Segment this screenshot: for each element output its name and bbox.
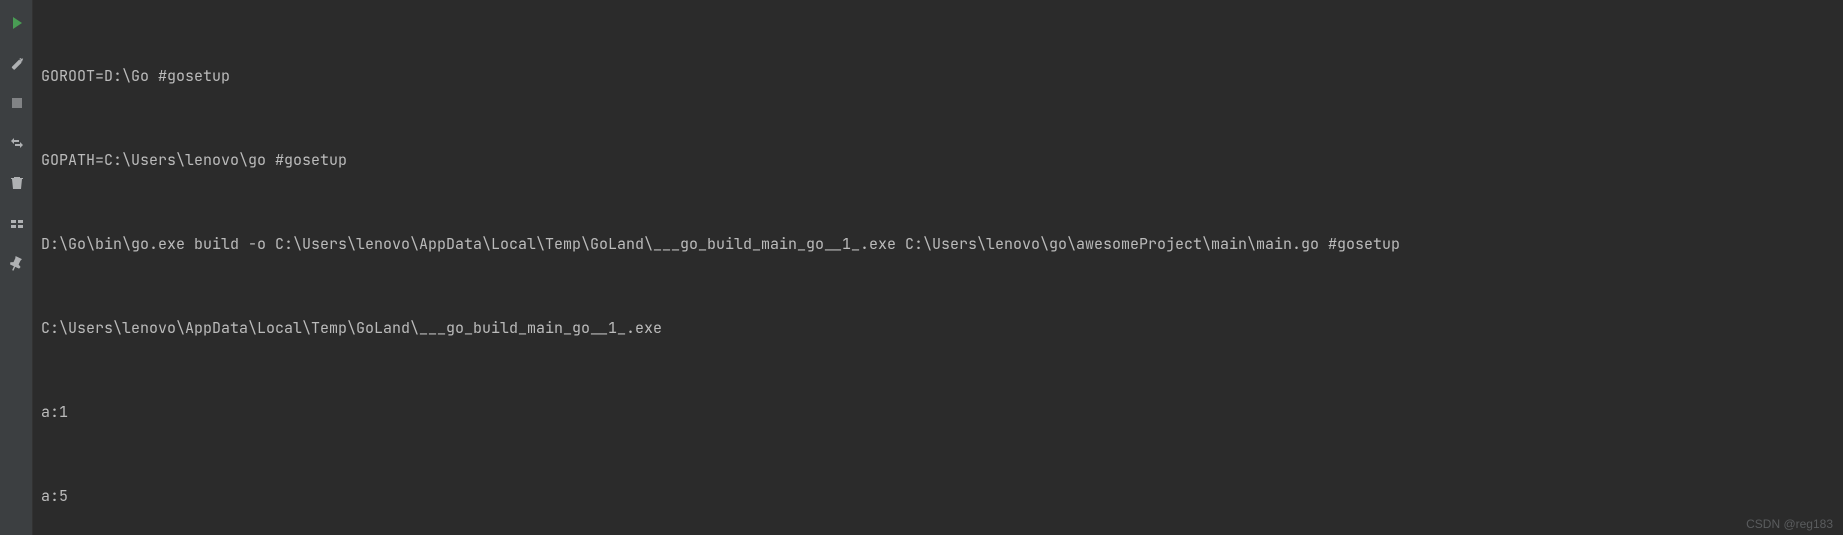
play-icon xyxy=(9,15,25,36)
softwrap-button[interactable] xyxy=(0,205,33,245)
layout-icon xyxy=(9,135,25,156)
pin-button[interactable] xyxy=(0,245,33,285)
split-icon xyxy=(9,215,25,236)
console-line: D:\Go\bin\go.exe build -o C:\Users\lenov… xyxy=(41,230,1835,258)
console-line: C:\Users\lenovo\AppData\Local\Temp\GoLan… xyxy=(41,314,1835,342)
console-line: a:5 xyxy=(41,482,1835,510)
run-toolbar xyxy=(0,0,33,535)
stop-button[interactable] xyxy=(0,85,33,125)
layout-button[interactable] xyxy=(0,125,33,165)
wrench-icon xyxy=(9,55,25,76)
settings-button[interactable] xyxy=(0,45,33,85)
console-line: GOPATH=C:\Users\lenovo\go #gosetup xyxy=(41,146,1835,174)
rerun-button[interactable] xyxy=(0,5,33,45)
stop-icon xyxy=(9,95,25,116)
watermark: CSDN @reg183 xyxy=(1746,517,1833,531)
trash-icon xyxy=(9,175,25,196)
console-output[interactable]: GOROOT=D:\Go #gosetup GOPATH=C:\Users\le… xyxy=(33,0,1843,535)
console-line: a:1 xyxy=(41,398,1835,426)
pin-icon xyxy=(9,255,25,276)
clear-button[interactable] xyxy=(0,165,33,205)
console-line: GOROOT=D:\Go #gosetup xyxy=(41,62,1835,90)
